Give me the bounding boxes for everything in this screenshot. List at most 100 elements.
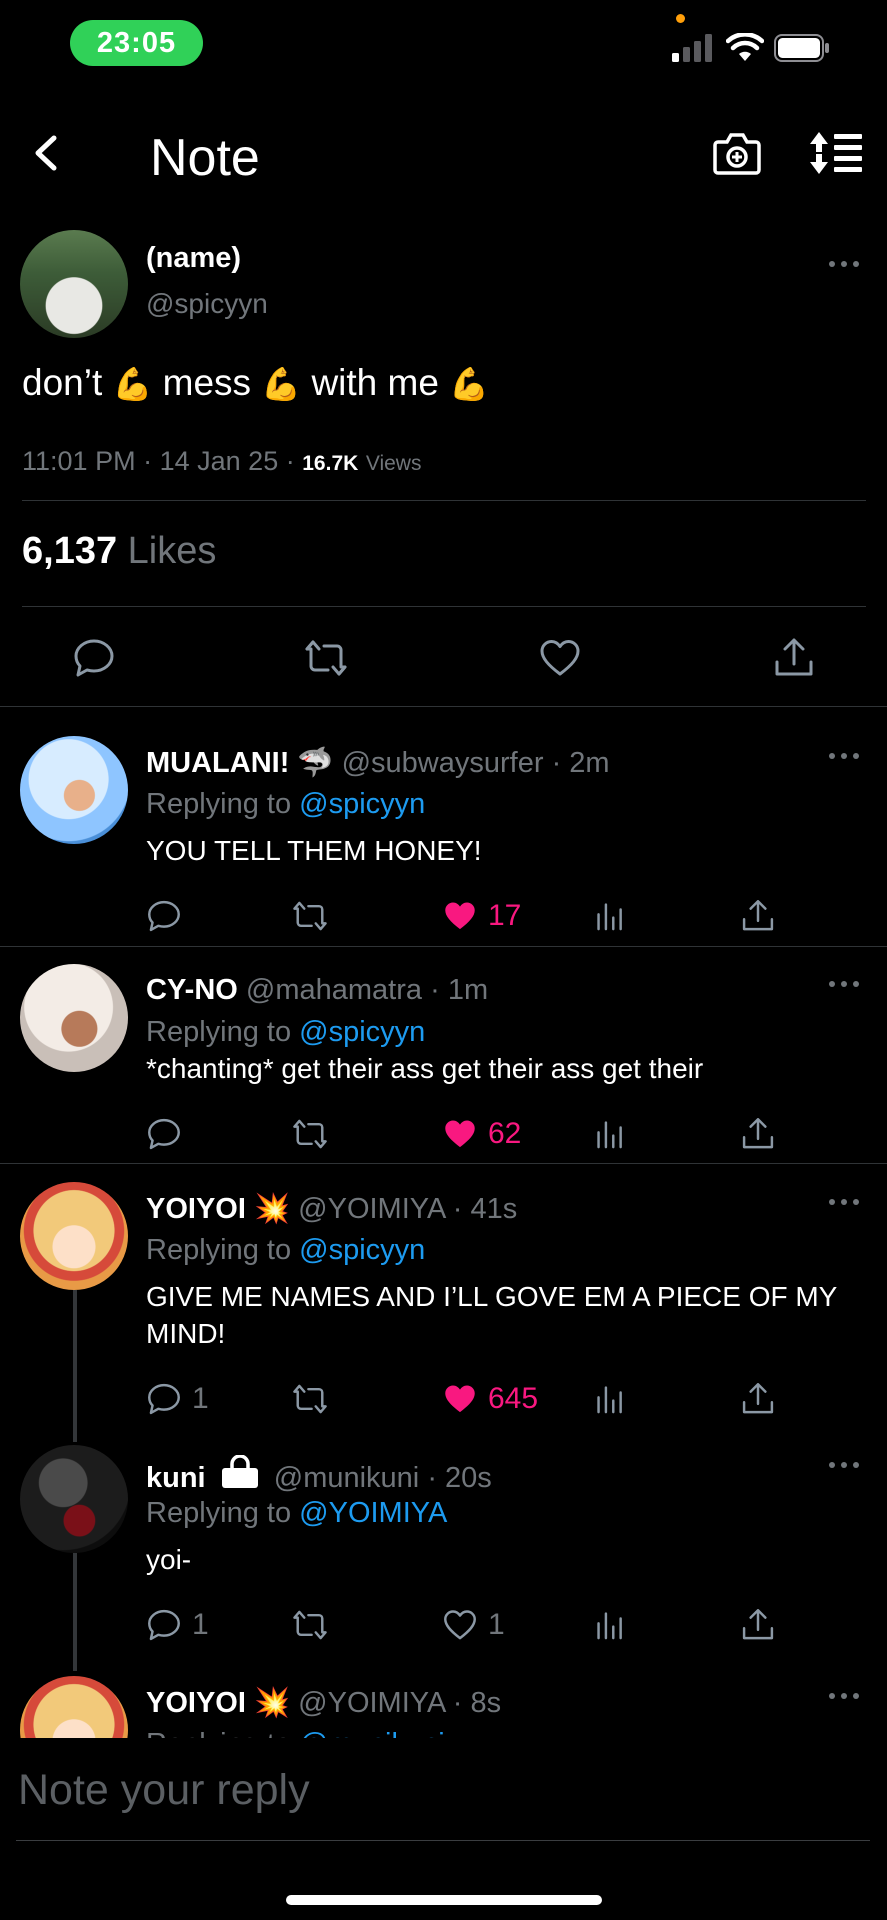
retweet-icon[interactable]	[304, 636, 348, 680]
mention-link[interactable]: @spicyyn	[299, 1016, 425, 1048]
ellipsis-icon[interactable]	[826, 1459, 862, 1471]
reply-item[interactable]: YOIYOI 💥 @YOIMIYA · 41s Replying to @spi…	[0, 1182, 887, 1432]
ellipsis-icon[interactable]	[826, 750, 862, 762]
reply-author-handle[interactable]: @YOIMIYA	[298, 1687, 445, 1719]
share-button[interactable]	[740, 893, 776, 939]
share-icon[interactable]	[772, 636, 816, 680]
reply-author-handle[interactable]: @YOIMIYA	[298, 1193, 445, 1225]
views-count[interactable]: 16.7K	[302, 452, 358, 475]
mention-link[interactable]: @munikuni	[299, 1728, 445, 1738]
reply-action-bar: 1 645	[146, 1376, 887, 1422]
share-button[interactable]	[740, 1376, 776, 1422]
views-label[interactable]: Views	[366, 452, 422, 475]
reply-button[interactable]: 1	[146, 1376, 209, 1422]
reply-author-name[interactable]: YOIYOI	[146, 1193, 246, 1225]
reply-author-name[interactable]: CY-NO	[146, 974, 238, 1006]
reply-item[interactable]: YOIYOI 💥 @YOIMIYA · 8s Replying to @muni…	[0, 1676, 887, 1738]
share-button[interactable]	[740, 1602, 776, 1648]
ellipsis-icon[interactable]	[826, 258, 862, 270]
reply-button[interactable]: 1	[146, 1602, 209, 1648]
chevron-left-icon[interactable]	[26, 128, 66, 178]
reply-button[interactable]	[146, 1111, 192, 1157]
reply-author-handle[interactable]: @subwaysurfer	[342, 747, 544, 779]
replying-label: Replying to	[146, 1497, 292, 1529]
post-text-part: with me	[311, 362, 439, 403]
share-icon	[742, 1609, 774, 1640]
avatar[interactable]	[20, 1182, 128, 1290]
views-button[interactable]	[592, 1376, 628, 1422]
reply-item[interactable]: MUALANI! 🦈 @subwaysurfer · 2m Replying t…	[0, 736, 887, 946]
reply-author-name[interactable]: kuni	[146, 1462, 206, 1494]
heart-icon[interactable]	[538, 636, 582, 680]
views-button[interactable]	[592, 1602, 628, 1648]
retweet-button[interactable]	[292, 1602, 328, 1648]
reply-action-bar: 62	[146, 1111, 887, 1157]
avatar[interactable]	[20, 230, 128, 338]
reply-input[interactable]	[18, 1766, 868, 1815]
reply-item[interactable]: CY-NO @mahamatra · 1m Replying to @spicy…	[0, 964, 887, 1164]
share-icon	[742, 1118, 774, 1149]
like-button[interactable]: 645	[442, 1376, 538, 1422]
flexed-biceps-emoji: 💪	[112, 366, 153, 402]
like-count: 17	[488, 899, 522, 932]
replying-to: Replying to @spicyyn	[146, 1016, 425, 1049]
reply-time: 2m	[569, 747, 610, 779]
reply-item[interactable]: kuni @munikuni · 20s Replying to @YOIMIY…	[0, 1445, 887, 1665]
retweet-button[interactable]	[292, 1111, 328, 1157]
retweet-button[interactable]	[292, 1376, 328, 1422]
retweet-button[interactable]	[292, 893, 328, 939]
reply-text: GIVE ME NAMES AND I’LL GOVE EM A PIECE O…	[146, 1281, 837, 1349]
reply-time: 20s	[445, 1462, 492, 1494]
meta-separator: ·	[143, 446, 153, 476]
views-button[interactable]	[592, 1111, 628, 1157]
privacy-indicator-dot	[676, 14, 685, 23]
mention-link[interactable]: @YOIMIYA	[299, 1497, 447, 1529]
mention-link[interactable]: @spicyyn	[299, 788, 425, 820]
reply-header: kuni @munikuni · 20s	[146, 1454, 492, 1495]
like-button[interactable]: 1	[442, 1602, 505, 1648]
sort-icon[interactable]	[808, 130, 864, 176]
retweet-icon	[293, 901, 327, 931]
reply-header: YOIYOI 💥 @YOIMIYA · 41s	[146, 1192, 517, 1226]
share-button[interactable]	[740, 1111, 776, 1157]
avatar[interactable]	[20, 736, 128, 844]
reply-author-handle[interactable]: @mahamatra	[246, 974, 422, 1006]
ellipsis-icon[interactable]	[826, 1196, 862, 1208]
flexed-biceps-emoji: 💪	[261, 366, 302, 402]
views-button[interactable]	[592, 893, 628, 939]
reply-author-name[interactable]: MUALANI!	[146, 747, 289, 779]
comment-count: 1	[192, 1382, 209, 1415]
camera-icon[interactable]	[712, 130, 762, 176]
bar-chart-icon	[597, 1612, 622, 1640]
replying-label: Replying to	[146, 1234, 292, 1266]
bar-chart-icon	[597, 1386, 622, 1414]
likes-summary[interactable]: 6,137 Likes	[22, 530, 216, 573]
ellipsis-icon[interactable]	[826, 1690, 862, 1702]
reply-author-name[interactable]: YOIYOI	[146, 1687, 246, 1719]
reply-bubble-icon[interactable]	[72, 636, 116, 680]
post-text: don’t 💪 mess 💪 with me 💪	[22, 362, 489, 404]
author-handle[interactable]: @spicyyn	[146, 288, 268, 320]
author-name[interactable]: (name)	[146, 242, 241, 275]
mention-link[interactable]: @spicyyn	[299, 1234, 425, 1266]
reply-header: YOIYOI 💥 @YOIMIYA · 8s	[146, 1686, 501, 1720]
home-indicator[interactable]	[286, 1895, 602, 1905]
name-emoji: 🦈	[297, 747, 334, 779]
flexed-biceps-emoji: 💪	[449, 366, 490, 402]
reply-header: MUALANI! 🦈 @subwaysurfer · 2m	[146, 746, 610, 780]
heart-icon	[445, 1120, 475, 1148]
divider	[0, 1163, 887, 1164]
like-button[interactable]: 17	[442, 893, 521, 939]
avatar[interactable]	[20, 964, 128, 1072]
replying-to: Replying to @YOIMIYA	[146, 1497, 447, 1530]
like-count: 645	[488, 1382, 539, 1415]
reply-bubble-icon	[148, 1383, 180, 1415]
avatar[interactable]	[20, 1676, 128, 1738]
avatar[interactable]	[20, 1445, 128, 1553]
ellipsis-icon[interactable]	[826, 978, 862, 990]
name-emoji: 💥	[253, 1193, 291, 1225]
like-button[interactable]: 62	[442, 1111, 521, 1157]
replying-to: Replying to @spicyyn	[146, 788, 425, 821]
reply-author-handle[interactable]: @munikuni	[274, 1462, 420, 1494]
reply-button[interactable]	[146, 893, 192, 939]
